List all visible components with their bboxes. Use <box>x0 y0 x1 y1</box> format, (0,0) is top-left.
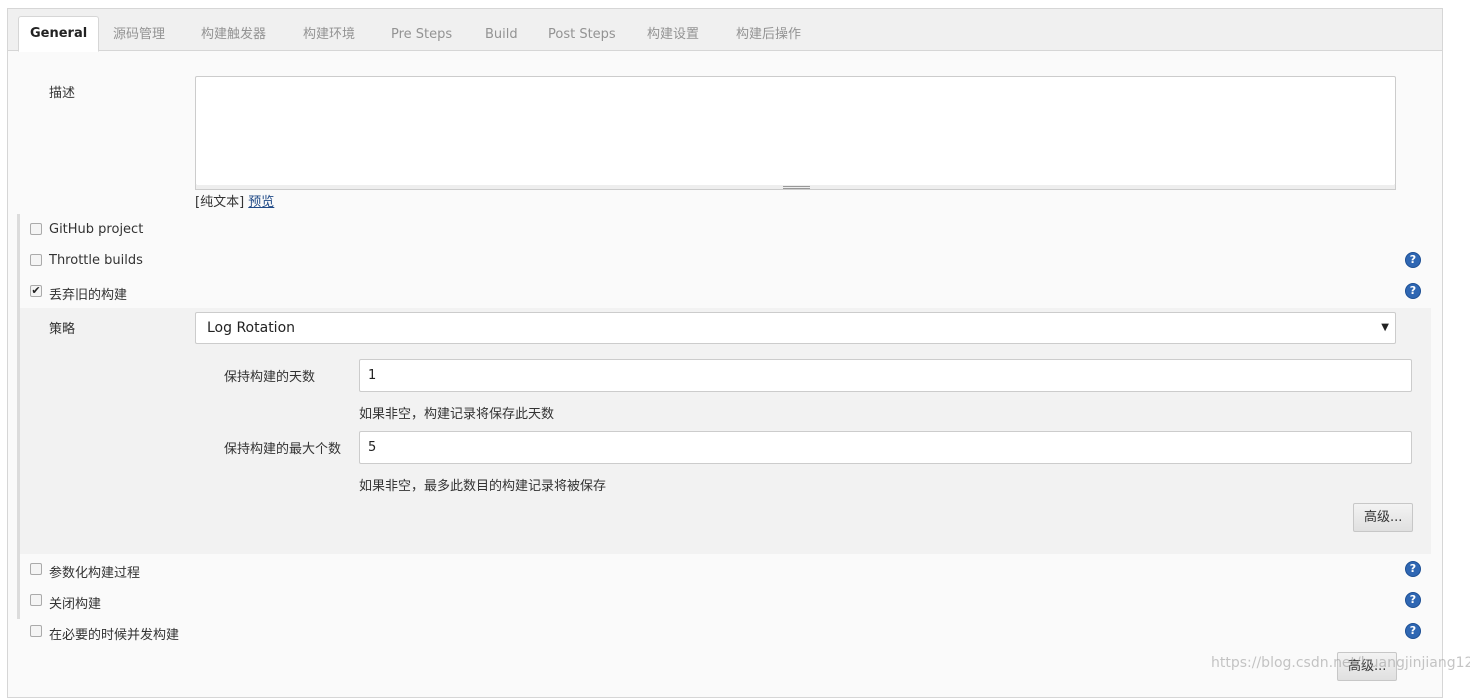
throttle-builds-checkbox[interactable] <box>30 254 42 266</box>
description-label: 描述 <box>49 86 76 101</box>
parameterized-label: 参数化构建过程 <box>49 566 141 581</box>
config-tab-bar: General 源码管理 构建触发器 构建环境 Pre Steps Build … <box>8 9 1442 52</box>
strategy-label: 策略 <box>49 322 76 337</box>
tab-build-settings[interactable]: 构建设置 <box>647 18 699 51</box>
job-config-panel: General 源码管理 构建触发器 构建环境 Pre Steps Build … <box>7 8 1443 698</box>
description-format: [纯文本] 预览 <box>195 191 274 210</box>
help-icon[interactable]: ? <box>1405 283 1421 299</box>
concurrent-builds-label: 在必要的时候并发构建 <box>49 628 180 643</box>
tab-post-steps[interactable]: Post Steps <box>548 18 616 51</box>
github-project-label: GitHub project <box>49 222 144 237</box>
help-icon[interactable]: ? <box>1405 252 1421 268</box>
days-to-keep-hint: 如果非空，构建记录将保存此天数 <box>359 407 555 422</box>
tab-build[interactable]: Build <box>485 18 518 51</box>
tab-post-build-actions[interactable]: 构建后操作 <box>736 18 801 51</box>
general-advanced-button[interactable]: 高级... <box>1337 652 1398 681</box>
format-prefix: [纯文本] <box>195 195 245 210</box>
github-project-checkbox[interactable] <box>30 223 42 235</box>
preview-link[interactable]: 预览 <box>248 195 274 210</box>
disable-build-label: 关闭构建 <box>49 597 102 612</box>
tab-pre-steps[interactable]: Pre Steps <box>391 18 452 51</box>
tab-build-environment[interactable]: 构建环境 <box>303 18 355 51</box>
strategy-selected-value: Log Rotation <box>207 320 296 336</box>
max-builds-label: 保持构建的最大个数 <box>224 442 342 457</box>
tab-general[interactable]: General <box>18 16 100 52</box>
strategy-select[interactable]: Log Rotation ▼ <box>195 312 1396 344</box>
tab-scm[interactable]: 源码管理 <box>113 18 165 51</box>
textarea-resize-handle[interactable] <box>195 185 1396 190</box>
dropdown-arrow-icon: ▼ <box>1381 322 1389 333</box>
max-builds-hint: 如果非空，最多此数目的构建记录将被保存 <box>359 479 607 494</box>
help-icon[interactable]: ? <box>1405 592 1421 608</box>
days-to-keep-label: 保持构建的天数 <box>224 370 316 385</box>
parameterized-checkbox[interactable] <box>30 563 42 575</box>
description-textarea[interactable] <box>195 76 1396 186</box>
concurrent-builds-checkbox[interactable] <box>30 625 42 637</box>
grip-icon <box>783 186 810 189</box>
days-to-keep-input[interactable]: 1 <box>359 359 1412 392</box>
max-builds-input[interactable]: 5 <box>359 431 1412 464</box>
throttle-builds-label: Throttle builds <box>49 253 143 268</box>
tab-build-triggers[interactable]: 构建触发器 <box>201 18 266 51</box>
disable-build-checkbox[interactable] <box>30 594 42 606</box>
discard-old-builds-label: 丢弃旧的构建 <box>49 288 128 303</box>
discard-old-builds-checkbox[interactable]: ✔ <box>30 285 42 297</box>
help-icon[interactable]: ? <box>1405 561 1421 577</box>
help-icon[interactable]: ? <box>1405 623 1421 639</box>
strategy-advanced-button[interactable]: 高级... <box>1353 503 1414 532</box>
